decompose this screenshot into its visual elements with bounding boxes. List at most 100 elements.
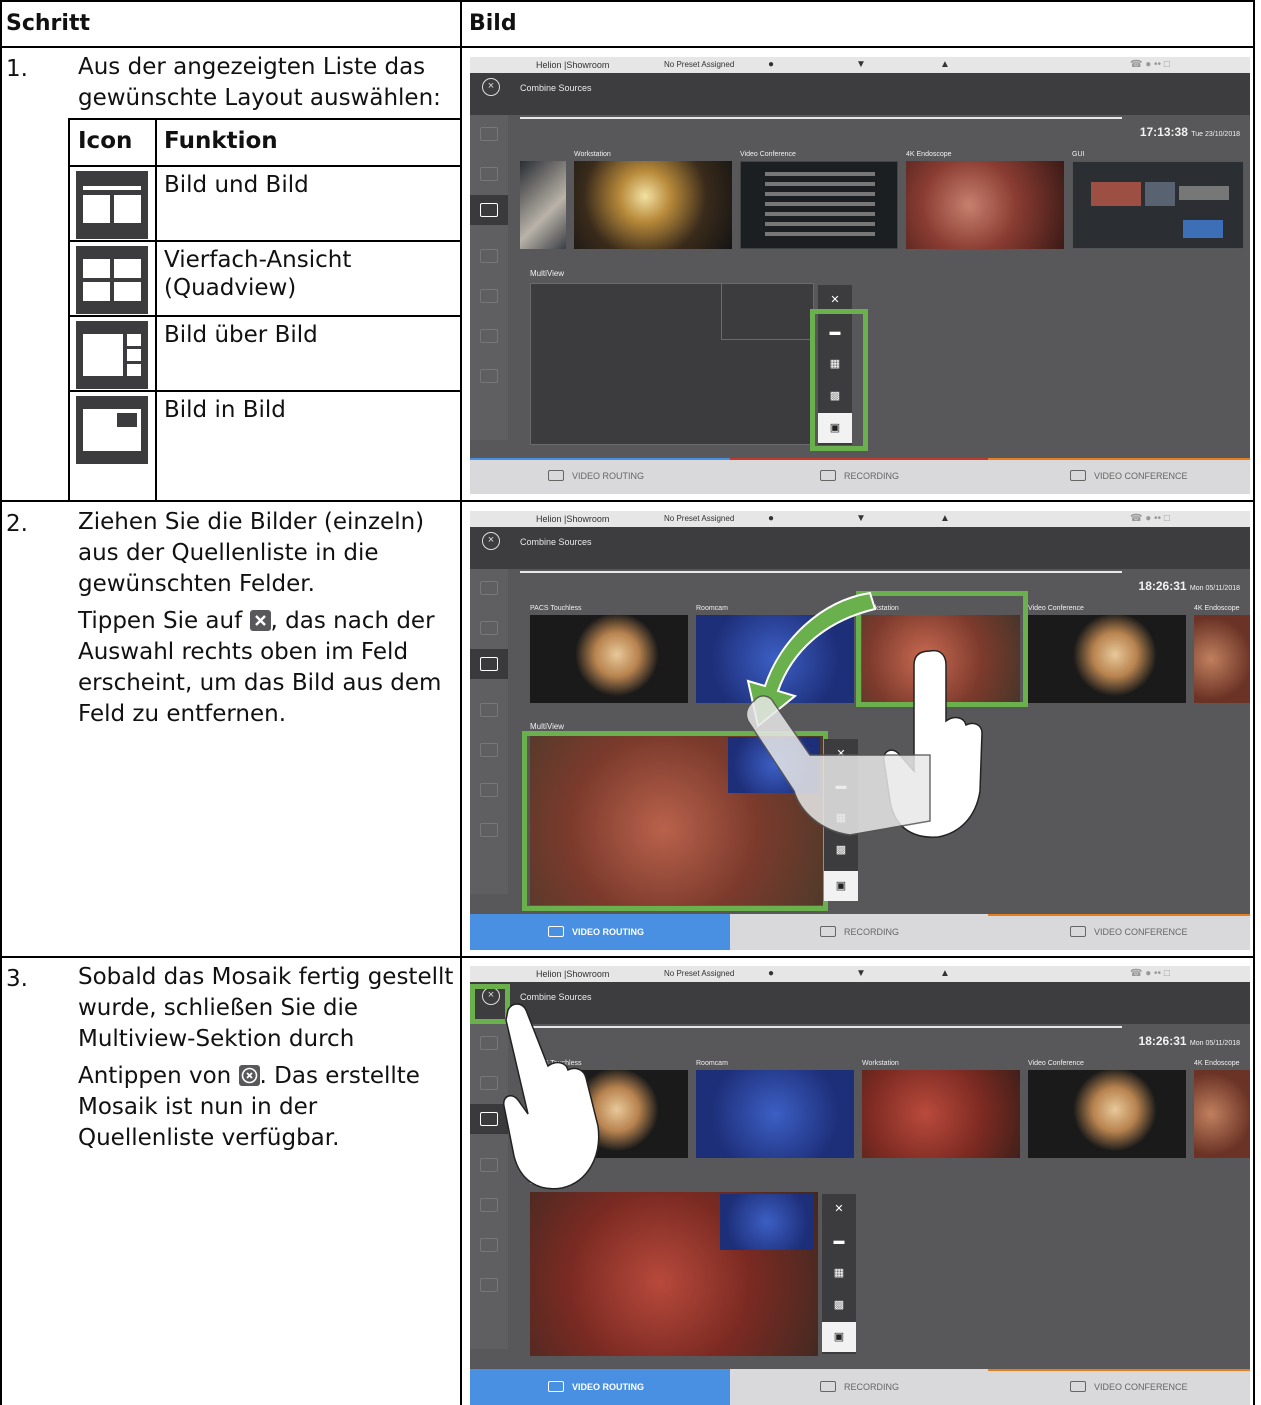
function-label: Vierfach-Ansicht (Quadview) [164, 247, 352, 301]
table-icon[interactable] [480, 1238, 498, 1252]
close-button[interactable]: × [482, 532, 500, 550]
chevron-down-icon: ▼ [856, 513, 866, 524]
pip-slot[interactable] [721, 284, 813, 340]
tab-video-routing[interactable]: VIDEO ROUTING [470, 458, 730, 494]
source-thumbnail[interactable] [574, 161, 732, 249]
light-icon[interactable] [480, 1198, 498, 1212]
monitor-icon[interactable] [480, 203, 498, 217]
light-icon[interactable] [480, 743, 498, 757]
screenshot-step-2: Helion |Showroom No Preset Assigned ● ▼ … [470, 511, 1250, 950]
date: Mon 05/11/2018 [1189, 585, 1240, 592]
clipboard-icon[interactable] [480, 581, 498, 595]
recording-icon [820, 926, 836, 937]
divider [520, 117, 1122, 119]
header-step: Schritt [6, 11, 90, 36]
screenshot-step-3: Helion |Showroom No Preset Assigned ● ▼ … [470, 966, 1250, 1405]
layout-picture-over-picture-icon [76, 321, 148, 389]
step-text-part: Ziehen Sie die Bilder (einzeln) aus der … [78, 509, 425, 597]
source-thumbnail[interactable] [906, 161, 1064, 249]
lock-icon: ● [768, 968, 775, 979]
layout-picture-in-picture-icon[interactable]: ▣ [822, 1322, 856, 1352]
function-label: Bild in Bild [164, 397, 286, 423]
tab-video-conference[interactable]: VIDEO CONFERENCE [988, 914, 1250, 950]
source-label: Video Conference [740, 151, 796, 158]
close-button[interactable]: × [482, 78, 500, 96]
layout-side-by-side-icon[interactable]: ▬ [822, 1226, 856, 1256]
layout-picture-over-picture-icon[interactable]: ▩ [822, 1290, 856, 1320]
source-label: Roomcam [696, 1060, 728, 1067]
tab-video-conference[interactable]: VIDEO CONFERENCE [988, 1369, 1250, 1405]
tab-label: VIDEO CONFERENCE [1094, 927, 1188, 937]
speaker-icon[interactable] [480, 703, 498, 717]
layers-icon[interactable] [480, 621, 498, 635]
step-text-part: Tippen Sie auf , das nach der Auswahl re… [78, 606, 458, 730]
source-thumbnail[interactable] [1072, 161, 1244, 249]
chevron-down-icon: ▼ [856, 59, 866, 70]
tab-video-routing[interactable]: VIDEO ROUTING [470, 914, 730, 950]
source-thumbnail[interactable] [1194, 615, 1250, 703]
layout-picture-in-picture-icon[interactable]: ▣ [824, 871, 858, 901]
source-thumbnail[interactable] [862, 1070, 1020, 1158]
tab-label: VIDEO ROUTING [572, 471, 645, 481]
text-fragment: Antippen von [78, 1063, 232, 1089]
time: 18:26:31 [1138, 579, 1187, 593]
phone-icon: ☎ ● •• □ [1130, 59, 1170, 70]
pip-slot[interactable] [720, 1194, 814, 1250]
video-conference-icon [1070, 470, 1086, 481]
monitor-icon[interactable] [480, 657, 498, 671]
multiview-canvas[interactable] [530, 1192, 818, 1356]
close-icon[interactable]: ✕ [822, 1194, 856, 1224]
video-routing-icon [548, 470, 564, 481]
hand-pointer-icon [503, 1003, 600, 1190]
panel-title: Combine Sources [520, 537, 592, 547]
tab-recording[interactable]: RECORDING [730, 458, 988, 494]
instruction-table: Schritt Bild 1. Aus der angezeigten List… [0, 0, 1261, 1405]
step-number: 1. [6, 56, 28, 82]
source-thumbnail[interactable] [530, 615, 688, 703]
speaker-icon[interactable] [480, 249, 498, 263]
camera-icon: ▲ [940, 59, 950, 70]
table-icon[interactable] [480, 783, 498, 797]
step-number: 2. [6, 511, 28, 537]
tab-recording[interactable]: RECORDING [730, 1369, 988, 1405]
time: 18:26:31 [1138, 1034, 1187, 1048]
header-bar [470, 73, 1250, 115]
lock-icon: ● [768, 59, 775, 70]
arrows-icon[interactable] [480, 1278, 498, 1292]
source-thumbnail[interactable] [1194, 1070, 1250, 1158]
camera-icon: ▲ [940, 513, 950, 524]
sidebar [470, 115, 508, 440]
source-thumbnail[interactable] [520, 161, 566, 249]
source-thumbnail[interactable] [696, 1070, 854, 1158]
layers-icon[interactable] [480, 1076, 498, 1090]
source-thumbnail[interactable] [1028, 1070, 1186, 1158]
table-icon[interactable] [480, 329, 498, 343]
sidebar [470, 569, 508, 894]
layers-icon[interactable] [480, 167, 498, 181]
clipboard-icon[interactable] [480, 127, 498, 141]
source-thumbnail[interactable] [1028, 615, 1186, 703]
monitor-icon[interactable] [480, 1112, 498, 1126]
clipboard-icon[interactable] [480, 1036, 498, 1050]
source-thumbnail[interactable] [740, 161, 898, 249]
layout-quadview-icon[interactable]: ▦ [822, 1258, 856, 1288]
screenshot-step-1: Helion |Showroom No Preset Assigned ● ▼ … [470, 57, 1250, 494]
status-bar: Helion |Showroom No Preset Assigned ● ▼ … [470, 511, 1250, 527]
step-text-part: Antippen von . Das erstellte Mosaik ist … [78, 1061, 458, 1154]
tab-recording[interactable]: RECORDING [730, 914, 988, 950]
light-icon[interactable] [480, 289, 498, 303]
step-number: 3. [6, 966, 28, 992]
highlight-box [810, 309, 868, 451]
arrows-icon[interactable] [480, 369, 498, 383]
step-text-part: Sobald das Mosaik fertig gestellt wurde,… [78, 964, 454, 1052]
speaker-icon[interactable] [480, 1158, 498, 1172]
layout-quadview-icon [76, 246, 148, 314]
multiview-canvas[interactable] [530, 283, 814, 445]
subtable-header-icon: Icon [78, 128, 133, 154]
preset-label: No Preset Assigned [664, 60, 735, 69]
arrows-icon[interactable] [480, 823, 498, 837]
tab-video-conference[interactable]: VIDEO CONFERENCE [988, 458, 1250, 494]
tab-video-routing[interactable]: VIDEO ROUTING [470, 1369, 730, 1405]
multiview-label: MultiView [530, 722, 565, 731]
clock: 18:26:31 Mon 05/11/2018 [1139, 1034, 1240, 1048]
